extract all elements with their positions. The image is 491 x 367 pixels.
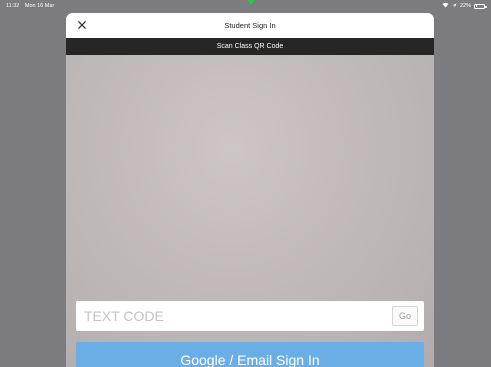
- status-left: 11:32 Mon 16 Mar: [6, 3, 54, 9]
- modal-header: Student Sign In: [66, 13, 434, 38]
- status-date: Mon 16 Mar: [24, 3, 55, 9]
- battery-percent: 22%: [459, 3, 471, 9]
- camera-viewfinder[interactable]: Go Google / Email Sign In: [66, 55, 434, 367]
- go-button[interactable]: Go: [392, 306, 418, 326]
- battery-fill: [475, 5, 478, 7]
- close-button[interactable]: [74, 17, 90, 33]
- status-bar: 11:32 Mon 16 Mar 22%: [0, 0, 491, 12]
- close-icon: [78, 21, 86, 29]
- multitasking-indicator-icon[interactable]: [247, 0, 255, 5]
- battery-icon: [474, 3, 487, 9]
- modal-title: Student Sign In: [224, 21, 276, 30]
- google-email-sign-in-button[interactable]: Google / Email Sign In: [76, 342, 424, 367]
- text-code-row: Go: [76, 301, 424, 331]
- scan-qr-bar: Scan Class QR Code: [66, 38, 434, 55]
- student-sign-in-modal: Student Sign In Scan Class QR Code Go Go…: [66, 13, 434, 367]
- status-right: 22%: [442, 2, 487, 10]
- status-time: 11:32: [6, 3, 20, 9]
- text-code-input[interactable]: [84, 308, 364, 324]
- location-arrow-icon: [452, 3, 457, 10]
- wifi-icon: [442, 2, 449, 10]
